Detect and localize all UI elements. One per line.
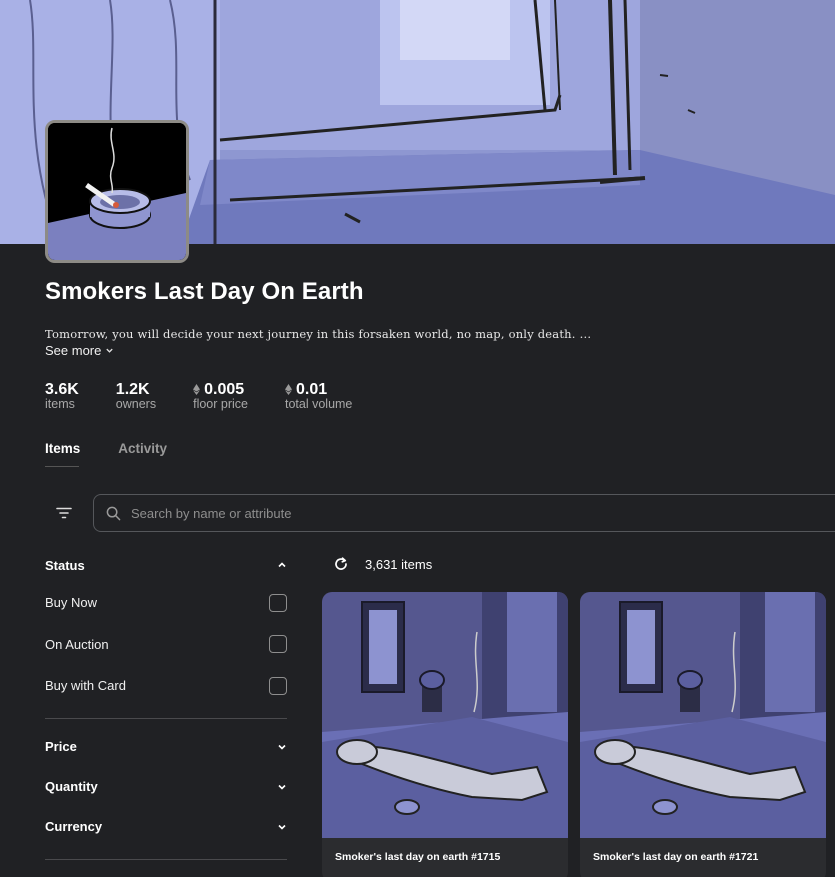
search-bar (93, 494, 835, 532)
stat-volume-label: total volume (284, 397, 353, 411)
stat-floor-price: 0.005 floor price (193, 381, 248, 411)
filter-option-label: Buy with Card (45, 678, 126, 694)
nft-card-title: Smoker's last day on earth #1721 (593, 851, 759, 863)
filter-price-title: Price (45, 739, 77, 754)
collection-avatar (45, 120, 189, 263)
stat-floor-label: floor price (193, 397, 248, 411)
chevron-down-icon (278, 824, 286, 830)
chevron-down-icon (106, 348, 114, 353)
stat-items-label: items (45, 397, 75, 411)
eth-icon (193, 384, 201, 395)
chevron-down-icon (278, 784, 286, 790)
filter-option-on-auction[interactable]: On Auction (45, 624, 287, 666)
filter-status-header[interactable]: Status (45, 548, 287, 582)
results-header: 3,631 items (333, 556, 432, 572)
filter-option-buy-with-card[interactable]: Buy with Card (45, 665, 287, 707)
filter-price-header[interactable]: Price (45, 727, 287, 767)
description-ellipsis: ... (579, 327, 592, 341)
stat-owners: 1.2K owners (116, 381, 156, 411)
see-more-label: See more (45, 343, 102, 358)
stat-items: 3.6K items (45, 381, 79, 411)
filter-currency-title: Currency (45, 819, 103, 834)
refresh-icon[interactable] (333, 556, 349, 572)
filter-option-label: On Auction (45, 636, 109, 652)
filter-quantity-title: Quantity (45, 779, 98, 794)
sidebar-divider (45, 858, 287, 860)
chevron-up-icon (278, 562, 286, 568)
stat-owners-value: 1.2K (115, 381, 150, 398)
sidebar-divider (45, 717, 287, 719)
collection-tabs: Items Activity (45, 441, 167, 466)
filter-quantity-header[interactable]: Quantity (45, 767, 287, 807)
stat-floor-value: 0.005 (204, 381, 245, 398)
filter-sidebar: Status Buy Now On Auction Buy with Card … (45, 548, 287, 860)
filter-status-title: Status (45, 557, 85, 573)
filter-option-label: Buy Now (45, 595, 98, 611)
nft-card-image (322, 592, 568, 838)
collection-description: Tomorrow, you will decide your next jour… (45, 327, 591, 341)
nft-card[interactable]: Smoker's last day on earth #1721 (580, 592, 826, 877)
search-input[interactable] (131, 505, 731, 521)
eth-icon (284, 384, 292, 395)
stat-total-volume: 0.01 total volume (284, 381, 353, 411)
filter-toggle-button[interactable] (48, 497, 80, 529)
on-auction-checkbox[interactable] (269, 635, 287, 654)
tab-activity[interactable]: Activity (118, 441, 167, 466)
nft-card-image (580, 592, 826, 838)
collection-stats: 3.6K items 1.2K owners 0.005 floor price… (45, 381, 389, 411)
description-text: Tomorrow, you will decide your next jour… (45, 327, 576, 341)
stat-items-value: 3.6K (45, 381, 79, 398)
filter-icon (56, 507, 72, 519)
stat-owners-label: owners (115, 397, 157, 411)
search-icon (106, 506, 121, 520)
chevron-down-icon (278, 744, 286, 750)
active-tab-indicator (45, 466, 79, 467)
buy-now-checkbox[interactable] (269, 593, 287, 612)
stat-volume-value: 0.01 (295, 381, 328, 398)
results-count: 3,631 items (365, 556, 433, 572)
nft-card[interactable]: Smoker's last day on earth #1715 (322, 592, 568, 877)
see-more-button[interactable]: See more (45, 343, 114, 358)
filter-option-buy-now[interactable]: Buy Now (45, 582, 287, 624)
nft-card-title: Smoker's last day on earth #1715 (335, 851, 501, 863)
filter-currency-header[interactable]: Currency (45, 807, 287, 847)
buy-with-card-checkbox[interactable] (269, 676, 287, 695)
collection-title: Smokers Last Day On Earth (45, 278, 364, 305)
tab-items[interactable]: Items (45, 441, 80, 466)
